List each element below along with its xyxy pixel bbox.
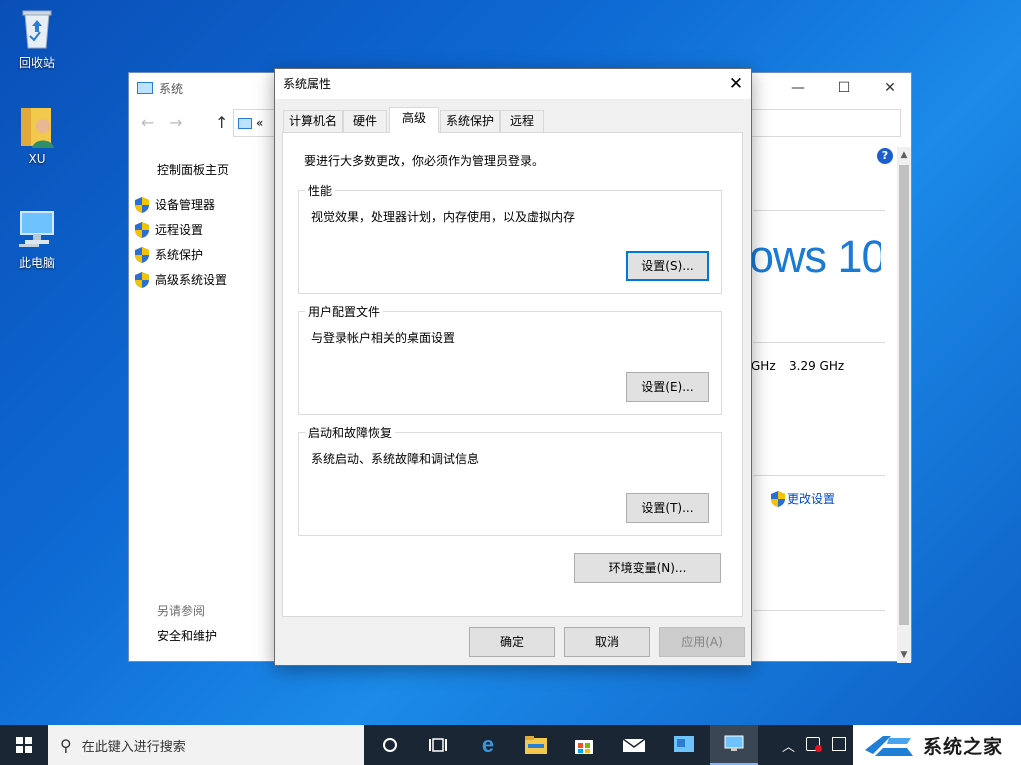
cortana-icon[interactable] xyxy=(366,725,414,765)
watermark-text: 系统之家 xyxy=(923,735,1004,758)
group-description: 系统启动、系统故障和调试信息 xyxy=(311,452,480,466)
sidebar-link-system-protection[interactable]: 系统保护 xyxy=(135,246,203,263)
file-explorer-icon[interactable] xyxy=(512,725,560,765)
dialog-close-icon[interactable]: ✕ xyxy=(721,69,751,99)
group-legend: 用户配置文件 xyxy=(305,303,384,320)
shield-icon xyxy=(135,221,149,238)
desktop-icon-label: XU xyxy=(28,152,46,166)
taskbar-search-placeholder: 在此键入进行搜索 xyxy=(81,739,186,755)
recycle-bin-icon xyxy=(15,6,59,50)
performance-settings-button[interactable]: 设置(S)... xyxy=(626,251,709,281)
search-box[interactable] xyxy=(751,109,901,137)
site-watermark: 系统之家 xyxy=(853,725,1021,765)
desktop-icon-user-folder[interactable]: XU xyxy=(0,104,74,166)
tray-icon[interactable] xyxy=(815,745,822,752)
admin-note: 要进行大多数更改，你必须作为管理员登录。 xyxy=(304,154,545,168)
system-properties-dialog: 系统属性 ✕ 计算机名 硬件 高级 系统保护 远程 要进行大多数更改，你必须作为… xyxy=(274,68,752,666)
desktop-icon-this-pc[interactable]: 此电脑 xyxy=(0,206,74,271)
shield-icon xyxy=(135,196,149,213)
sidebar-link-device-manager[interactable]: 设备管理器 xyxy=(135,196,215,213)
tab-system-protection[interactable]: 系统保护 xyxy=(440,110,500,132)
system-properties-taskbar-icon[interactable] xyxy=(710,725,758,765)
start-button[interactable] xyxy=(0,725,48,765)
see-also-heading: 另请参阅 xyxy=(157,604,206,618)
computer-small-icon xyxy=(238,117,252,129)
tab-hardware[interactable]: 硬件 xyxy=(343,110,387,132)
desktop-icon-label: 此电脑 xyxy=(18,256,55,270)
up-arrow-icon[interactable]: ↑ xyxy=(215,113,228,132)
cpu-speed: 3.29 GHz xyxy=(789,359,845,373)
sidebar-link-label: 远程设置 xyxy=(155,223,204,237)
address-overflow: « xyxy=(256,116,264,130)
apply-button[interactable]: 应用(A) xyxy=(659,627,745,657)
environment-variables-button[interactable]: 环境变量(N)... xyxy=(574,553,721,583)
chevron-up-icon[interactable]: ︿ xyxy=(782,736,795,755)
user-profiles-settings-button[interactable]: 设置(E)... xyxy=(626,372,709,402)
edge-browser-icon[interactable]: e xyxy=(464,725,512,765)
shield-icon xyxy=(771,490,785,507)
help-icon[interactable]: ? xyxy=(877,148,893,164)
close-button[interactable]: ✕ xyxy=(867,73,913,103)
maximize-button[interactable]: ☐ xyxy=(821,73,867,103)
tab-advanced[interactable]: 高级 xyxy=(389,107,439,133)
sidebar-link-advanced-settings[interactable]: 高级系统设置 xyxy=(135,271,227,288)
windows-logo-icon xyxy=(16,737,32,753)
scroll-thumb[interactable] xyxy=(899,165,909,625)
separator-line xyxy=(753,342,885,343)
separator-line xyxy=(753,475,885,476)
tab-panel-advanced: 要进行大多数更改，你必须作为管理员登录。 性能 视觉效果，处理器计划，内存使用，… xyxy=(282,132,743,617)
scroll-up-arrow[interactable]: ▲ xyxy=(897,147,911,163)
sidebar-link-remote-settings[interactable]: 远程设置 xyxy=(135,221,203,238)
desktop-icon-recycle-bin[interactable]: 回收站 xyxy=(0,6,74,71)
user-folder-icon xyxy=(15,104,59,148)
sidebar-link-label: 高级系统设置 xyxy=(155,273,228,287)
windows-brand-text: ows 10 xyxy=(749,231,881,282)
taskbar-search-box[interactable]: ⚲ 在此键入进行搜索 xyxy=(48,725,364,765)
minimize-button[interactable]: — xyxy=(775,73,821,103)
group-description: 与登录帐户相关的桌面设置 xyxy=(311,331,456,345)
sidebar-link-label: 设备管理器 xyxy=(155,198,216,212)
control-panel-home-link[interactable]: 控制面板主页 xyxy=(157,161,229,178)
desktop-icon-label: 回收站 xyxy=(18,56,55,70)
back-arrow-icon[interactable]: ← xyxy=(141,113,154,132)
shield-icon xyxy=(135,246,149,263)
group-description: 视觉效果，处理器计划，内存使用，以及虚拟内存 xyxy=(311,210,576,224)
taskbar: ⚲ 在此键入进行搜索 e ︿ 系统之家 xyxy=(0,725,1021,765)
separator-line xyxy=(753,210,885,211)
scroll-down-arrow[interactable]: ▼ xyxy=(897,647,911,663)
search-icon: ⚲ xyxy=(60,735,72,755)
scrollbar[interactable]: ▲ ▼ xyxy=(897,147,911,663)
computer-icon xyxy=(15,206,59,250)
startup-recovery-settings-button[interactable]: 设置(T)... xyxy=(626,493,709,523)
address-bar[interactable]: « xyxy=(233,109,277,137)
security-maintenance-link[interactable]: 安全和维护 xyxy=(157,627,217,644)
dialog-title[interactable]: 系统属性 xyxy=(275,69,751,99)
performance-group: 性能 视觉效果，处理器计划，内存使用，以及虚拟内存 设置(S)... xyxy=(298,182,722,294)
cpu-speed-partial: GHz xyxy=(751,359,776,373)
cancel-button[interactable]: 取消 xyxy=(564,627,650,657)
network-icon[interactable] xyxy=(832,737,846,751)
mail-icon[interactable] xyxy=(610,725,658,765)
user-profiles-group: 用户配置文件 与登录帐户相关的桌面设置 设置(E)... xyxy=(298,303,722,415)
ok-button[interactable]: 确定 xyxy=(469,627,555,657)
separator-line xyxy=(753,610,885,611)
sidebar-link-label: 系统保护 xyxy=(155,248,204,262)
group-legend: 启动和故障恢复 xyxy=(305,424,396,441)
watermark-logo-icon xyxy=(865,736,913,756)
change-settings-label: 更改设置 xyxy=(787,492,836,506)
task-view-icon[interactable] xyxy=(414,725,462,765)
shield-icon xyxy=(135,271,149,288)
taskbar-app-icon[interactable] xyxy=(660,725,708,765)
system-window-icon xyxy=(137,82,153,94)
group-legend: 性能 xyxy=(305,182,336,199)
forward-arrow-icon[interactable]: → xyxy=(169,113,182,132)
tab-computer-name[interactable]: 计算机名 xyxy=(283,110,343,132)
system-window-title: 系统 xyxy=(159,81,184,96)
tab-remote[interactable]: 远程 xyxy=(500,110,544,132)
store-icon[interactable] xyxy=(560,725,608,765)
startup-recovery-group: 启动和故障恢复 系统启动、系统故障和调试信息 设置(T)... xyxy=(298,424,722,536)
change-settings-link[interactable]: 更改设置 xyxy=(771,490,835,507)
